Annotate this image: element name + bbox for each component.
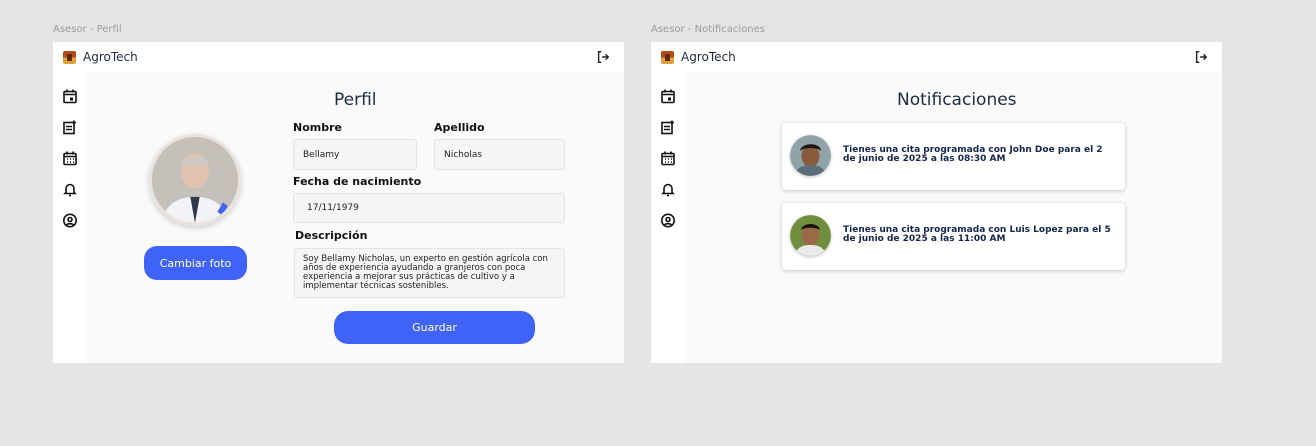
birthdate-label: Fecha de nacimiento bbox=[293, 175, 422, 188]
logout-icon[interactable] bbox=[596, 50, 610, 64]
top-bar: AgroTech bbox=[53, 42, 624, 72]
user-circle-icon[interactable] bbox=[62, 212, 78, 229]
app-name: AgroTech bbox=[681, 50, 736, 64]
profile-avatar bbox=[149, 134, 241, 226]
first-name-field[interactable]: Bellamy bbox=[293, 139, 417, 170]
last-name-field[interactable]: Nicholas bbox=[434, 139, 565, 170]
note-add-icon[interactable] bbox=[660, 119, 676, 136]
user-circle-icon[interactable] bbox=[660, 212, 676, 229]
first-name-label: Nombre bbox=[293, 121, 342, 134]
brand[interactable]: AgroTech bbox=[63, 50, 138, 64]
sidebar bbox=[651, 72, 685, 363]
profile-frame: AgroTech Perfil Cambiar foto Nombre Bell… bbox=[53, 42, 624, 363]
frame-label-perfil: Asesor - Perfil bbox=[53, 24, 122, 35]
description-label: Descripción bbox=[295, 229, 368, 242]
bell-icon[interactable] bbox=[660, 181, 676, 198]
calendar-grid-icon[interactable] bbox=[660, 150, 676, 167]
agrotech-logo-icon bbox=[63, 50, 76, 64]
logout-icon[interactable] bbox=[1194, 50, 1208, 64]
notification-text: Tienes una cita programada con Luis Lope… bbox=[843, 225, 1111, 244]
avatar bbox=[790, 215, 831, 256]
notification-card[interactable]: Tienes una cita programada con Luis Lope… bbox=[782, 203, 1125, 270]
change-photo-button[interactable]: Cambiar foto bbox=[144, 246, 247, 280]
notifications-frame: AgroTech Notificaciones Tienes una cita … bbox=[651, 42, 1222, 363]
note-add-icon[interactable] bbox=[62, 119, 78, 136]
save-button[interactable]: Guardar bbox=[334, 311, 535, 344]
page-title: Perfil bbox=[334, 90, 377, 110]
birthdate-field[interactable]: 17/11/1979 bbox=[293, 193, 565, 223]
app-name: AgroTech bbox=[83, 50, 138, 64]
top-bar: AgroTech bbox=[651, 42, 1222, 72]
calendar-icon[interactable] bbox=[62, 88, 78, 105]
page-title: Notificaciones bbox=[897, 90, 1017, 110]
profile-photo-icon bbox=[152, 137, 238, 223]
notification-card[interactable]: Tienes una cita programada con John Doe … bbox=[782, 123, 1125, 190]
calendar-grid-icon[interactable] bbox=[62, 150, 78, 167]
avatar bbox=[790, 135, 831, 176]
calendar-icon[interactable] bbox=[660, 88, 676, 105]
bell-icon[interactable] bbox=[62, 181, 78, 198]
description-field[interactable]: Soy Bellamy Nicholas, un experto en gest… bbox=[294, 248, 565, 298]
notification-text: Tienes una cita programada con John Doe … bbox=[843, 145, 1103, 164]
frame-label-notificaciones: Asesor - Notificaciones bbox=[651, 24, 765, 35]
last-name-label: Apellido bbox=[434, 121, 485, 134]
brand[interactable]: AgroTech bbox=[661, 50, 736, 64]
sidebar bbox=[53, 72, 87, 363]
agrotech-logo-icon bbox=[661, 50, 674, 64]
